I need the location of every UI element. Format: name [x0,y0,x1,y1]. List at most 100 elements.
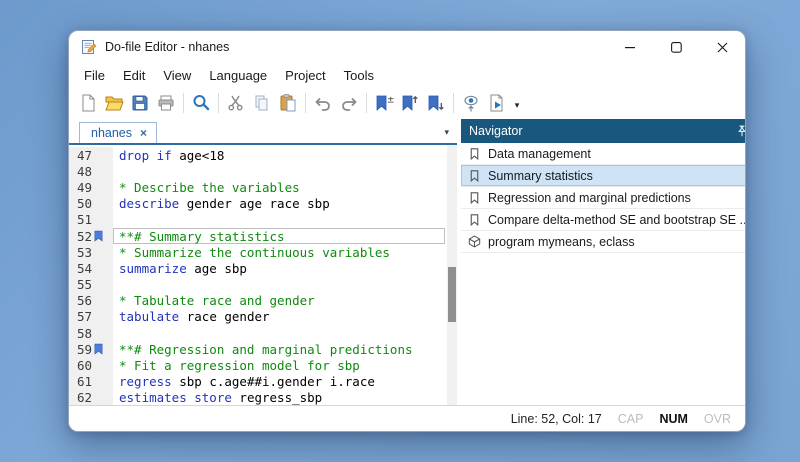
window-title: Do-file Editor - nhanes [105,40,229,54]
next-bookmark-icon [426,93,446,113]
minimize-icon [625,42,636,53]
navigator-title: Navigator [469,124,523,138]
navigator-item-label: Data management [488,147,591,161]
next-bookmark-button[interactable] [423,90,449,116]
scrollbar-thumb[interactable] [448,267,456,322]
save-button[interactable] [127,90,153,116]
navigator-item[interactable]: Regression and marginal predictions [461,187,746,209]
copy-button[interactable] [249,90,275,116]
navigator-item[interactable]: Compare delta-method SE and bootstrap SE… [461,209,746,231]
code-line-text [113,277,445,293]
line-number: 62 [69,390,91,405]
line-number-gutter: 53 [69,244,113,260]
find-button[interactable] [188,90,214,116]
close-button[interactable] [699,31,745,63]
code-line[interactable]: 57tabulate race gender [69,309,447,325]
redo-button[interactable] [336,90,362,116]
line-number: 51 [69,212,91,227]
menu-view[interactable]: View [154,65,200,86]
menu-language[interactable]: Language [200,65,276,86]
code-line[interactable]: 49* Describe the variables [69,179,447,195]
line-number: 60 [69,358,91,373]
code-line[interactable]: 51 [69,212,447,228]
previous-bookmark-icon [400,93,420,113]
line-number: 48 [69,164,91,179]
bookmark-flag-icon [94,230,103,242]
new-do-file-button[interactable] [75,90,101,116]
line-number: 50 [69,196,91,211]
tab-close-icon[interactable]: × [140,127,147,139]
code-line[interactable]: 58 [69,325,447,341]
code-line-text: * Summarize the continuous variables [113,244,445,260]
navigator-item[interactable]: Summary statistics [461,165,746,187]
paste-button[interactable] [275,90,301,116]
tab-list-dropdown-icon[interactable]: ▾ [444,127,449,143]
line-number-gutter: 62 [69,390,113,406]
editor-scrollbar[interactable] [447,145,457,405]
code-line-text: describe gender age race sbp [113,196,445,212]
find-icon [191,93,211,113]
code-line[interactable]: 48 [69,163,447,179]
cut-button[interactable] [223,90,249,116]
minimize-button[interactable] [607,31,653,63]
code-line[interactable]: 62 estimates store regress_sbp [69,390,447,406]
line-number-gutter: 60 [69,357,113,373]
preview-button[interactable] [458,90,484,116]
line-number-gutter: 54 [69,260,113,276]
code-line-text: **# Regression and marginal predictions [113,341,445,357]
undo-button[interactable] [310,90,336,116]
line-number-gutter: 61 [69,374,113,390]
code-line[interactable]: 54summarize age sbp [69,260,447,276]
navigator-header: Navigator [461,119,746,143]
save-icon [130,93,150,113]
previous-bookmark-button[interactable] [397,90,423,116]
code-line[interactable]: 53 * Summarize the continuous variables [69,244,447,260]
new-do-file-icon [78,93,98,113]
line-number: 53 [69,245,91,260]
program-cube-icon [468,235,481,248]
code-line[interactable]: 55 [69,277,447,293]
code-line[interactable]: 60 * Fit a regression model for sbp [69,357,447,373]
current-code-line-text: **# Summary statistics [113,228,445,244]
execute-do-menu-button[interactable]: ▾ [510,90,524,116]
code-line[interactable]: 56* Tabulate race and gender [69,293,447,309]
execute-do-icon [487,93,507,113]
code-line-text: * Describe the variables [113,179,445,195]
print-button[interactable] [153,90,179,116]
toolbar-separator [453,93,454,113]
line-number-gutter: 59 [69,341,113,357]
navigator-item[interactable]: program mymeans, eclass [461,231,746,253]
code-line-text: drop if age<18 [113,147,445,163]
pin-icon[interactable] [735,124,746,138]
line-number: 58 [69,326,91,341]
tab-nhanes[interactable]: nhanes × [79,122,157,143]
maximize-button[interactable] [653,31,699,63]
menu-project[interactable]: Project [276,65,334,86]
code-editor[interactable]: 47 drop if age<18 4849* Describe the varia… [69,145,457,405]
open-do-file-button[interactable] [101,90,127,116]
code-line-text: * Fit a regression model for sbp [113,357,445,373]
preview-icon [461,93,481,113]
code-line-text: estimates store regress_sbp [113,390,445,406]
code-line[interactable]: 47 drop if age<18 [69,147,447,163]
toolbar-separator [305,93,306,113]
bookmark-outline-icon [468,213,481,226]
menu-edit[interactable]: Edit [114,65,154,86]
toolbar-separator [218,93,219,113]
navigator-item-label: Summary statistics [488,169,593,183]
navigator-item[interactable]: Data management [461,143,746,165]
code-line[interactable]: 61regress sbp c.age##i.gender i.race [69,374,447,390]
code-line[interactable]: 50 describe gender age race sbp [69,196,447,212]
line-number: 47 [69,148,91,163]
code-line[interactable]: 52**# Summary statistics [69,228,447,244]
toggle-bookmark-button[interactable]: ± [371,90,397,116]
execute-do-button[interactable] [484,90,510,116]
line-number-gutter: 50 [69,196,113,212]
bookmark-outline-icon [468,147,481,160]
menu-file[interactable]: File [75,65,114,86]
code-line[interactable]: 59**# Regression and marginal prediction… [69,341,447,357]
code-line-text [113,163,445,179]
line-number-gutter: 51 [69,212,113,228]
menu-tools[interactable]: Tools [335,65,383,86]
navigator-panel: Navigator Data management Summary statist… [461,119,746,405]
